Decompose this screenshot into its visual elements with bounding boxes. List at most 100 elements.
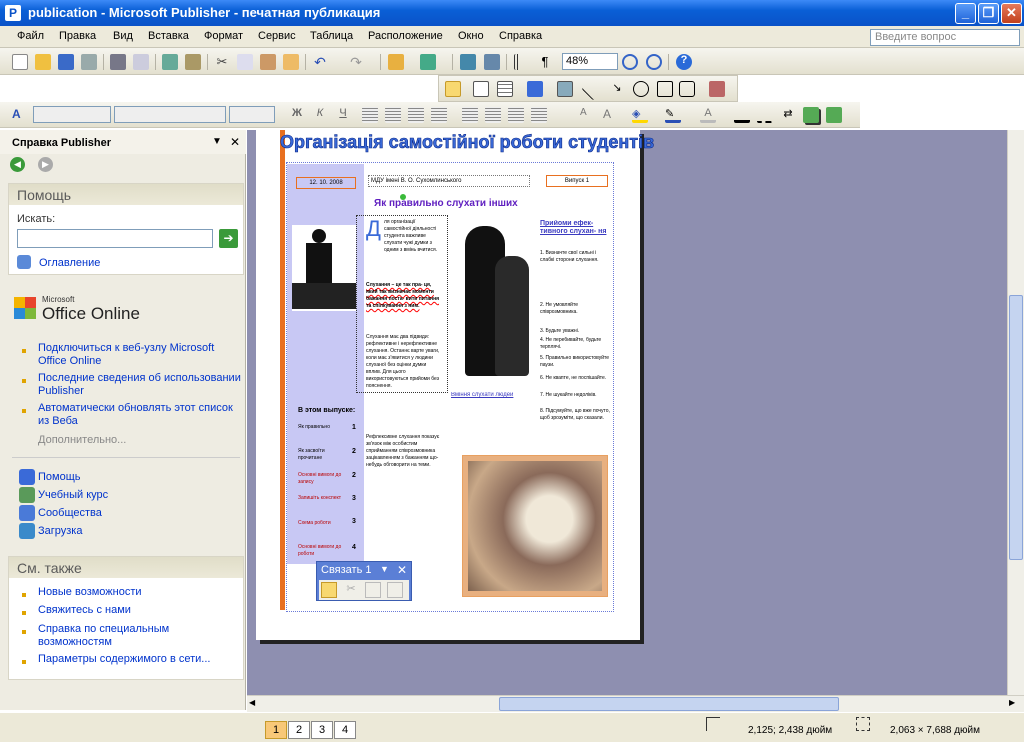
see-also-link-3[interactable]: Справка по специальным возможностям	[38, 623, 188, 649]
line-color-icon[interactable]: ✎	[665, 107, 681, 123]
find-icon[interactable]	[484, 54, 500, 70]
arrow-style-icon[interactable]: ⇄	[780, 107, 796, 123]
menu-view[interactable]: Вид	[113, 30, 133, 42]
align-left-icon[interactable]	[362, 107, 378, 123]
resource-link-training[interactable]: Учебный курс	[38, 489, 108, 502]
justify-icon[interactable]	[431, 107, 447, 123]
menu-format[interactable]: Формат	[204, 30, 243, 42]
see-also-link-1[interactable]: Новые возможности	[38, 586, 142, 599]
page-tab-3[interactable]: 3	[311, 721, 333, 739]
chevron-down-icon[interactable]: ▼	[212, 136, 222, 147]
resource-link-help[interactable]: Помощь	[38, 471, 81, 484]
vertical-scrollbar[interactable]	[1007, 130, 1024, 695]
publication-page[interactable]: Організація самостійної роботи студентів…	[256, 130, 655, 640]
search-input[interactable]	[17, 229, 213, 248]
bring-forward-icon[interactable]	[388, 54, 404, 70]
print-icon[interactable]	[110, 54, 126, 70]
menu-help[interactable]: Справка	[499, 30, 542, 42]
permissions-icon[interactable]	[81, 54, 97, 70]
numbering-icon[interactable]	[462, 107, 478, 123]
chevron-down-icon[interactable]: ▼	[380, 564, 389, 574]
autoshapes-icon[interactable]	[679, 81, 695, 97]
line-icon[interactable]	[581, 77, 605, 101]
align-center-icon[interactable]	[385, 107, 401, 123]
close-button[interactable]: ✕	[1001, 3, 1022, 24]
save-icon[interactable]	[58, 54, 74, 70]
menu-window[interactable]: Окно	[458, 30, 484, 42]
open-icon[interactable]	[35, 54, 51, 70]
menu-file[interactable]: Файл	[17, 30, 44, 42]
fill-color-icon[interactable]: ◈	[632, 107, 648, 123]
break-link-icon[interactable]: ✂	[343, 582, 359, 598]
oval-icon[interactable]	[633, 81, 649, 97]
maximize-button[interactable]: ❐	[978, 3, 999, 24]
more-link[interactable]: Дополнительно...	[38, 434, 126, 447]
zoom-out-icon[interactable]	[622, 54, 638, 70]
research-icon[interactable]	[185, 54, 201, 70]
pilcrow-icon[interactable]: ¶	[537, 54, 553, 70]
picture-icon[interactable]	[557, 81, 573, 97]
resource-link-downloads[interactable]: Загрузка	[38, 525, 82, 538]
menu-table[interactable]: Таблица	[310, 30, 353, 42]
zoom-in-icon[interactable]	[646, 54, 662, 70]
print-preview-icon[interactable]	[133, 54, 149, 70]
office-online-link-3[interactable]: Автоматически обновлять этот список из В…	[38, 402, 243, 428]
search-go-button[interactable]: ➔	[219, 229, 238, 248]
style-combo[interactable]	[33, 106, 111, 123]
styles-icon[interactable]: A	[12, 107, 28, 123]
line-style-icon[interactable]	[734, 107, 750, 123]
decrease-indent-icon[interactable]	[508, 107, 524, 123]
minimize-button[interactable]: _	[955, 3, 976, 24]
3d-style-icon[interactable]	[826, 107, 842, 123]
dash-style-icon[interactable]	[757, 107, 773, 123]
menu-edit[interactable]: Правка	[59, 30, 96, 42]
align-right-icon[interactable]	[408, 107, 424, 123]
redo-icon[interactable]: ↷	[348, 54, 364, 70]
undo-icon[interactable]: ↶	[312, 54, 328, 70]
rotate-icon[interactable]	[420, 54, 436, 70]
italic-icon[interactable]: К	[312, 107, 328, 123]
ask-question-box[interactable]: Введите вопрос	[870, 29, 1020, 46]
scroll-right-icon[interactable]: ▶	[1009, 698, 1022, 711]
page-tab-4[interactable]: 4	[334, 721, 356, 739]
format-painter-icon[interactable]	[283, 54, 299, 70]
bold-icon[interactable]: Ж	[289, 107, 305, 123]
publisher-icon[interactable]: P	[5, 5, 21, 21]
see-also-link-2[interactable]: Свяжитесь с нами	[38, 604, 131, 617]
design-gallery-icon[interactable]	[709, 81, 725, 97]
back-icon[interactable]: ◀	[10, 157, 25, 172]
scroll-left-icon[interactable]: ◀	[249, 698, 262, 711]
see-also-link-4[interactable]: Параметры содержимого в сети...	[38, 653, 210, 666]
resource-link-communities[interactable]: Сообщества	[38, 507, 102, 520]
link-icon[interactable]	[321, 582, 337, 598]
paste-icon[interactable]	[260, 54, 276, 70]
menu-insert[interactable]: Вставка	[148, 30, 189, 42]
scroll-thumb-h[interactable]	[499, 697, 839, 711]
menu-tools[interactable]: Сервис	[258, 30, 296, 42]
text-box-icon[interactable]	[473, 81, 489, 97]
arrow-icon[interactable]: ↘	[609, 81, 625, 97]
page-tab-1[interactable]: 1	[265, 721, 287, 739]
close-icon[interactable]: ✕	[397, 563, 407, 577]
scroll-thumb[interactable]	[1009, 295, 1023, 560]
table-icon[interactable]	[497, 81, 513, 97]
cut-icon[interactable]: ✂	[214, 54, 230, 70]
next-frame-icon[interactable]	[387, 582, 403, 598]
page-tab-2[interactable]: 2	[288, 721, 310, 739]
columns-icon[interactable]	[514, 54, 530, 70]
font-size-combo[interactable]	[229, 106, 275, 123]
font-color-icon[interactable]: A	[700, 107, 716, 123]
menu-arrange[interactable]: Расположение	[368, 30, 443, 42]
increase-font-icon[interactable]: A	[603, 107, 619, 123]
horizontal-scrollbar[interactable]: ◀ ▶	[247, 695, 1024, 712]
close-icon[interactable]: ✕	[230, 135, 240, 149]
toc-link[interactable]: Оглавление	[39, 257, 100, 270]
rectangle-icon[interactable]	[657, 81, 673, 97]
publication-headline[interactable]: Організація самостійної роботи студентів	[280, 132, 655, 153]
increase-indent-icon[interactable]	[531, 107, 547, 123]
bullets-icon[interactable]	[485, 107, 501, 123]
zoom-combo[interactable]: 48%	[562, 53, 618, 70]
previous-frame-icon[interactable]	[365, 582, 381, 598]
hyperlink-icon[interactable]	[460, 54, 476, 70]
office-online-link-2[interactable]: Последние сведения об использовании Publ…	[38, 372, 243, 398]
